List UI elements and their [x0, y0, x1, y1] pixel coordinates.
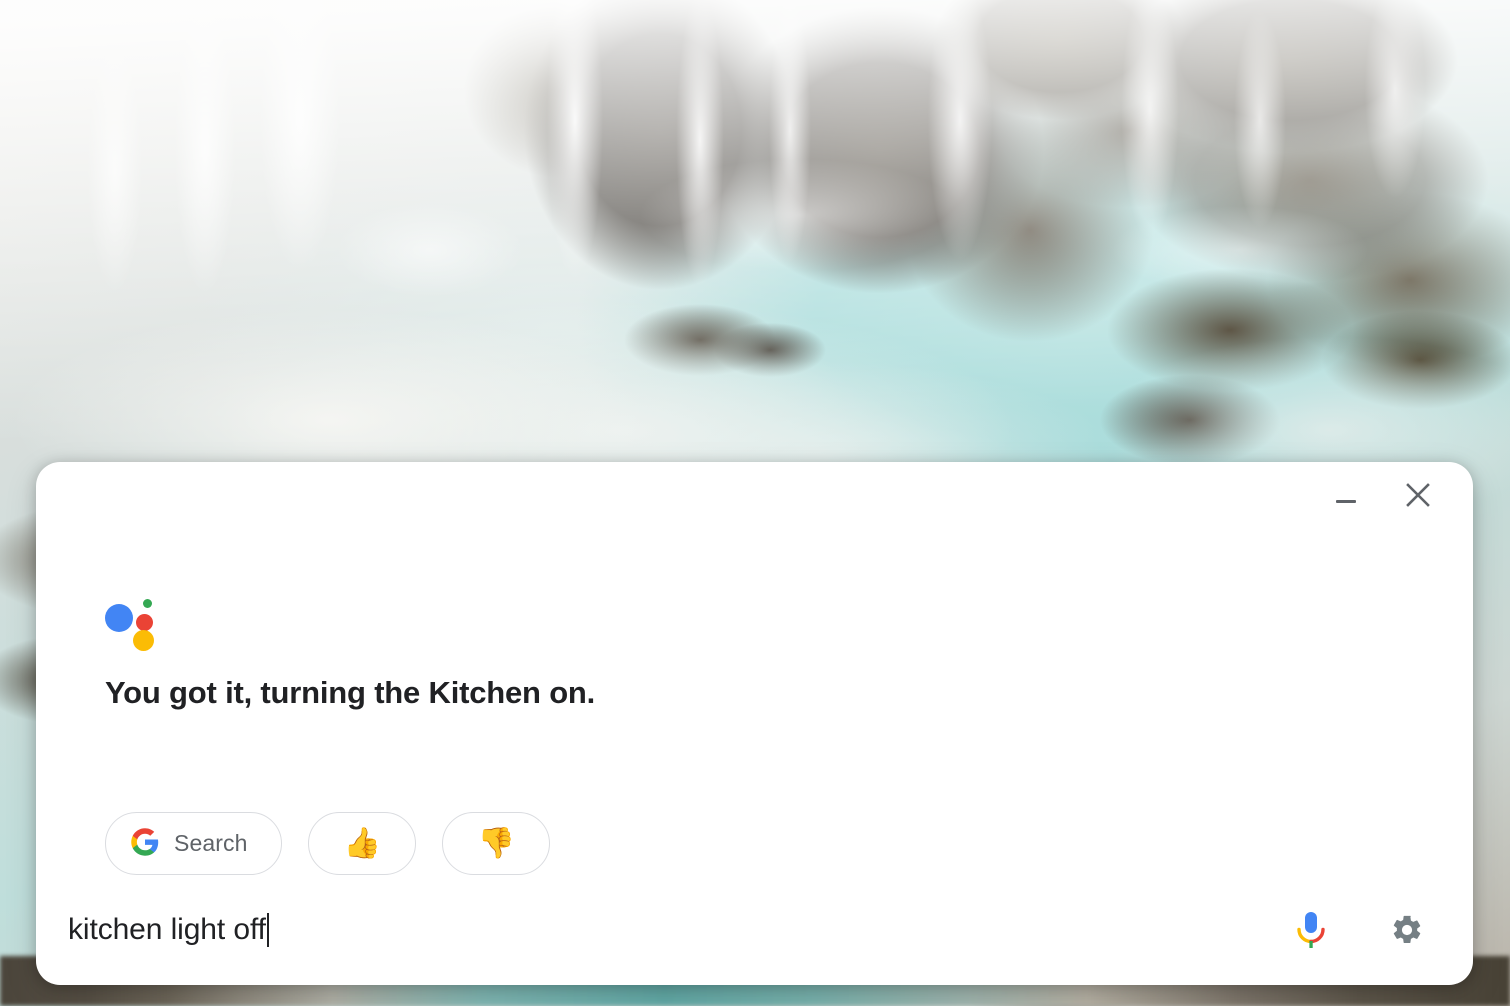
- text-caret: [266, 913, 269, 947]
- settings-button[interactable]: [1383, 906, 1431, 954]
- assistant-dot-green: [143, 599, 152, 608]
- query-input[interactable]: kitchen light off: [68, 913, 1287, 947]
- assistant-dot-red: [136, 614, 153, 631]
- minimize-icon: [1336, 499, 1356, 503]
- thumbs-down-chip[interactable]: 👎: [442, 812, 551, 875]
- assistant-card: You got it, turning the Kitchen on. Sear…: [36, 462, 1473, 985]
- search-chip-label: Search: [174, 830, 248, 856]
- close-button[interactable]: [1397, 474, 1439, 516]
- microphone-button[interactable]: [1287, 906, 1335, 954]
- assistant-dot-yellow: [133, 630, 154, 651]
- thumbs-up-emoji-icon: 👍: [343, 826, 382, 860]
- close-icon: [1405, 482, 1431, 508]
- assistant-response-text: You got it, turning the Kitchen on.: [105, 675, 596, 710]
- minimize-button[interactable]: [1325, 474, 1367, 516]
- assistant-input-row: kitchen light off: [36, 875, 1473, 985]
- desktop-wallpaper: You got it, turning the Kitchen on. Sear…: [0, 0, 1510, 1006]
- gear-icon: [1390, 913, 1424, 947]
- google-g-icon: [130, 827, 160, 860]
- window-controls: [1325, 462, 1473, 528]
- thumbs-up-chip[interactable]: 👍: [308, 812, 417, 875]
- microphone-icon: [1292, 908, 1330, 952]
- input-action-buttons: [1287, 906, 1431, 954]
- thumbs-down-emoji-icon: 👎: [477, 826, 516, 860]
- suggestion-chip-row: Search 👍 👎: [105, 812, 551, 875]
- query-input-value: kitchen light off: [68, 913, 266, 946]
- assistant-dot-blue: [105, 604, 133, 632]
- search-chip[interactable]: Search: [105, 812, 283, 875]
- google-assistant-logo: [105, 598, 163, 652]
